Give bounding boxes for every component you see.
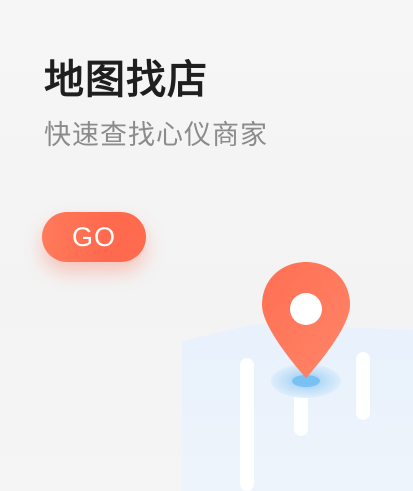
go-button[interactable]: GO bbox=[42, 212, 146, 262]
page-subtitle: 快速查找心仪商家 bbox=[44, 120, 268, 151]
map-store-finder-card: 地图找店 快速查找心仪商家 GO bbox=[0, 0, 413, 491]
page-title: 地图找店 bbox=[44, 57, 208, 103]
pin-shadow bbox=[271, 364, 341, 398]
map-pin-icon bbox=[262, 262, 350, 378]
map-block bbox=[182, 324, 413, 491]
